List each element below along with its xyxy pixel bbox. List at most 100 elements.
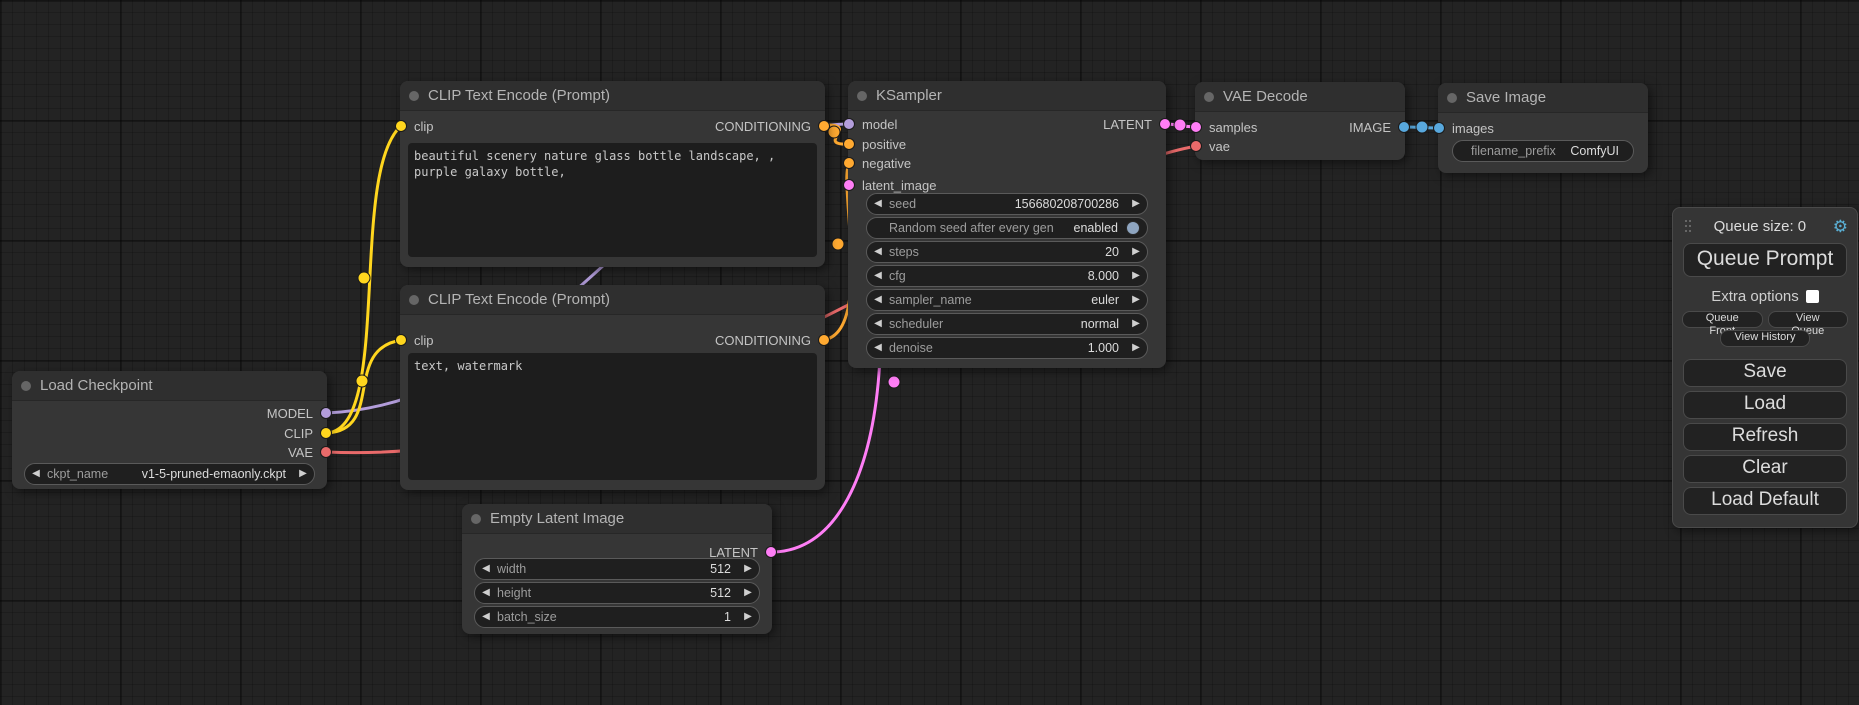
- load-default-button[interactable]: Load Default: [1683, 487, 1847, 515]
- output-slot-conditioning[interactable]: CONDITIONING: [715, 117, 825, 135]
- node-ksampler[interactable]: KSampler model positive negative latent_…: [848, 81, 1166, 368]
- next-arrow-icon[interactable]: ▶: [292, 463, 314, 485]
- ckpt-name-combo[interactable]: ◀ ckpt_name v1-5-pruned-emaonly.ckpt ▶: [24, 463, 315, 485]
- latent-port-icon[interactable]: [765, 546, 777, 558]
- output-slot-clip[interactable]: CLIP: [284, 424, 327, 442]
- collapse-dot-icon[interactable]: [409, 295, 419, 305]
- increment-arrow-icon[interactable]: ▶: [1125, 265, 1147, 287]
- clip-port-icon[interactable]: [395, 334, 407, 346]
- batch-size-stepper[interactable]: ◀ batch_size 1 ▶: [474, 606, 760, 628]
- node-load-checkpoint[interactable]: Load Checkpoint MODEL CLIP VAE ◀ ckpt_na…: [12, 371, 327, 489]
- prev-arrow-icon[interactable]: ◀: [25, 463, 47, 485]
- filename-prefix-field[interactable]: filename_prefix ComfyUI: [1452, 140, 1634, 162]
- input-slot-clip[interactable]: clip: [400, 117, 434, 135]
- random-seed-toggle[interactable]: Random seed after every gen enabled: [866, 217, 1148, 239]
- input-slot-clip[interactable]: clip: [400, 331, 434, 349]
- save-button[interactable]: Save: [1683, 359, 1847, 387]
- node-title-bar[interactable]: KSampler: [848, 81, 1166, 111]
- decrement-arrow-icon[interactable]: ◀: [867, 241, 889, 263]
- prev-arrow-icon[interactable]: ◀: [867, 313, 889, 335]
- vae-port-icon[interactable]: [1190, 140, 1202, 152]
- queue-front-button[interactable]: Queue Front: [1682, 311, 1763, 328]
- view-history-button[interactable]: View History: [1720, 330, 1811, 347]
- node-title-bar[interactable]: CLIP Text Encode (Prompt): [400, 285, 825, 315]
- node-title-bar[interactable]: Empty Latent Image: [462, 504, 772, 534]
- clear-button[interactable]: Clear: [1683, 455, 1847, 483]
- output-slot-model[interactable]: MODEL: [267, 404, 327, 422]
- model-port-icon[interactable]: [320, 407, 332, 419]
- collapse-dot-icon[interactable]: [1447, 93, 1457, 103]
- node-title-bar[interactable]: Load Checkpoint: [12, 371, 327, 401]
- node-title-bar[interactable]: VAE Decode: [1195, 82, 1405, 112]
- collapse-dot-icon[interactable]: [471, 514, 481, 524]
- clip-port-icon[interactable]: [395, 120, 407, 132]
- width-stepper[interactable]: ◀ width 512 ▶: [474, 558, 760, 580]
- view-queue-button[interactable]: View Queue: [1768, 311, 1849, 328]
- sampler-name-combo[interactable]: ◀ sampler_name euler ▶: [866, 289, 1148, 311]
- input-slot-negative[interactable]: negative: [848, 154, 911, 172]
- node-save-image[interactable]: Save Image images filename_prefix ComfyU…: [1438, 83, 1648, 173]
- node-vae-decode[interactable]: VAE Decode samples vae IMAGE: [1195, 82, 1405, 160]
- scheduler-combo[interactable]: ◀ scheduler normal ▶: [866, 313, 1148, 335]
- input-slot-images[interactable]: images: [1438, 119, 1494, 137]
- latent-port-icon[interactable]: [1159, 118, 1171, 130]
- conditioning-port-icon[interactable]: [843, 138, 855, 150]
- extra-options-checkbox[interactable]: [1806, 290, 1819, 303]
- positive-prompt-textarea[interactable]: beautiful scenery nature glass bottle la…: [408, 143, 817, 257]
- node-title-bar[interactable]: Save Image: [1438, 83, 1648, 113]
- output-slot-vae[interactable]: VAE: [288, 443, 327, 461]
- next-arrow-icon[interactable]: ▶: [1125, 313, 1147, 335]
- negative-prompt-textarea[interactable]: text, watermark: [408, 353, 817, 480]
- input-slot-model[interactable]: model: [848, 115, 897, 133]
- denoise-stepper[interactable]: ◀ denoise 1.000 ▶: [866, 337, 1148, 359]
- conditioning-port-icon[interactable]: [843, 157, 855, 169]
- prev-arrow-icon[interactable]: ◀: [867, 289, 889, 311]
- output-slot-conditioning[interactable]: CONDITIONING: [715, 331, 825, 349]
- latent-port-icon[interactable]: [843, 179, 855, 191]
- height-stepper[interactable]: ◀ height 512 ▶: [474, 582, 760, 604]
- node-empty-latent-image[interactable]: Empty Latent Image LATENT ◀ width 512 ▶ …: [462, 504, 772, 634]
- settings-gear-icon[interactable]: ⚙: [1833, 218, 1848, 235]
- increment-arrow-icon[interactable]: ▶: [1125, 337, 1147, 359]
- cfg-stepper[interactable]: ◀ cfg 8.000 ▶: [866, 265, 1148, 287]
- output-slot-image[interactable]: IMAGE: [1349, 118, 1405, 136]
- increment-arrow-icon[interactable]: ▶: [737, 606, 759, 628]
- collapse-dot-icon[interactable]: [409, 91, 419, 101]
- node-title-bar[interactable]: CLIP Text Encode (Prompt): [400, 81, 825, 111]
- increment-arrow-icon[interactable]: ▶: [737, 582, 759, 604]
- model-port-icon[interactable]: [843, 118, 855, 130]
- decrement-arrow-icon[interactable]: ◀: [475, 558, 497, 580]
- increment-arrow-icon[interactable]: ▶: [1125, 193, 1147, 215]
- queue-prompt-button[interactable]: Queue Prompt: [1683, 243, 1847, 277]
- load-button[interactable]: Load: [1683, 391, 1847, 419]
- decrement-arrow-icon[interactable]: ◀: [475, 606, 497, 628]
- decrement-arrow-icon[interactable]: ◀: [867, 337, 889, 359]
- clip-port-icon[interactable]: [320, 427, 332, 439]
- decrement-arrow-icon[interactable]: ◀: [867, 265, 889, 287]
- conditioning-port-icon[interactable]: [818, 120, 830, 132]
- decrement-arrow-icon[interactable]: ◀: [867, 193, 889, 215]
- node-clip-text-encode-positive[interactable]: CLIP Text Encode (Prompt) clip CONDITION…: [400, 81, 825, 267]
- increment-arrow-icon[interactable]: ▶: [737, 558, 759, 580]
- decrement-arrow-icon[interactable]: ◀: [475, 582, 497, 604]
- image-port-icon[interactable]: [1398, 121, 1410, 133]
- next-arrow-icon[interactable]: ▶: [1125, 289, 1147, 311]
- collapse-dot-icon[interactable]: [1204, 92, 1214, 102]
- input-slot-latent-image[interactable]: latent_image: [848, 176, 936, 194]
- toggle-on-icon[interactable]: [1126, 221, 1140, 235]
- seed-stepper[interactable]: ◀ seed 156680208700286 ▶: [866, 193, 1148, 215]
- collapse-dot-icon[interactable]: [21, 381, 31, 391]
- node-graph-canvas[interactable]: CLIP Text Encode (Prompt) clip CONDITION…: [0, 0, 1859, 705]
- vae-port-icon[interactable]: [320, 446, 332, 458]
- refresh-button[interactable]: Refresh: [1683, 423, 1847, 451]
- increment-arrow-icon[interactable]: ▶: [1125, 241, 1147, 263]
- image-port-icon[interactable]: [1433, 122, 1445, 134]
- conditioning-port-icon[interactable]: [818, 334, 830, 346]
- node-clip-text-encode-negative[interactable]: CLIP Text Encode (Prompt) clip CONDITION…: [400, 285, 825, 490]
- latent-port-icon[interactable]: [1190, 121, 1202, 133]
- input-slot-samples[interactable]: samples: [1195, 118, 1257, 136]
- input-slot-vae[interactable]: vae: [1195, 137, 1230, 155]
- collapse-dot-icon[interactable]: [857, 91, 867, 101]
- output-slot-latent[interactable]: LATENT: [1103, 115, 1166, 133]
- steps-stepper[interactable]: ◀ steps 20 ▶: [866, 241, 1148, 263]
